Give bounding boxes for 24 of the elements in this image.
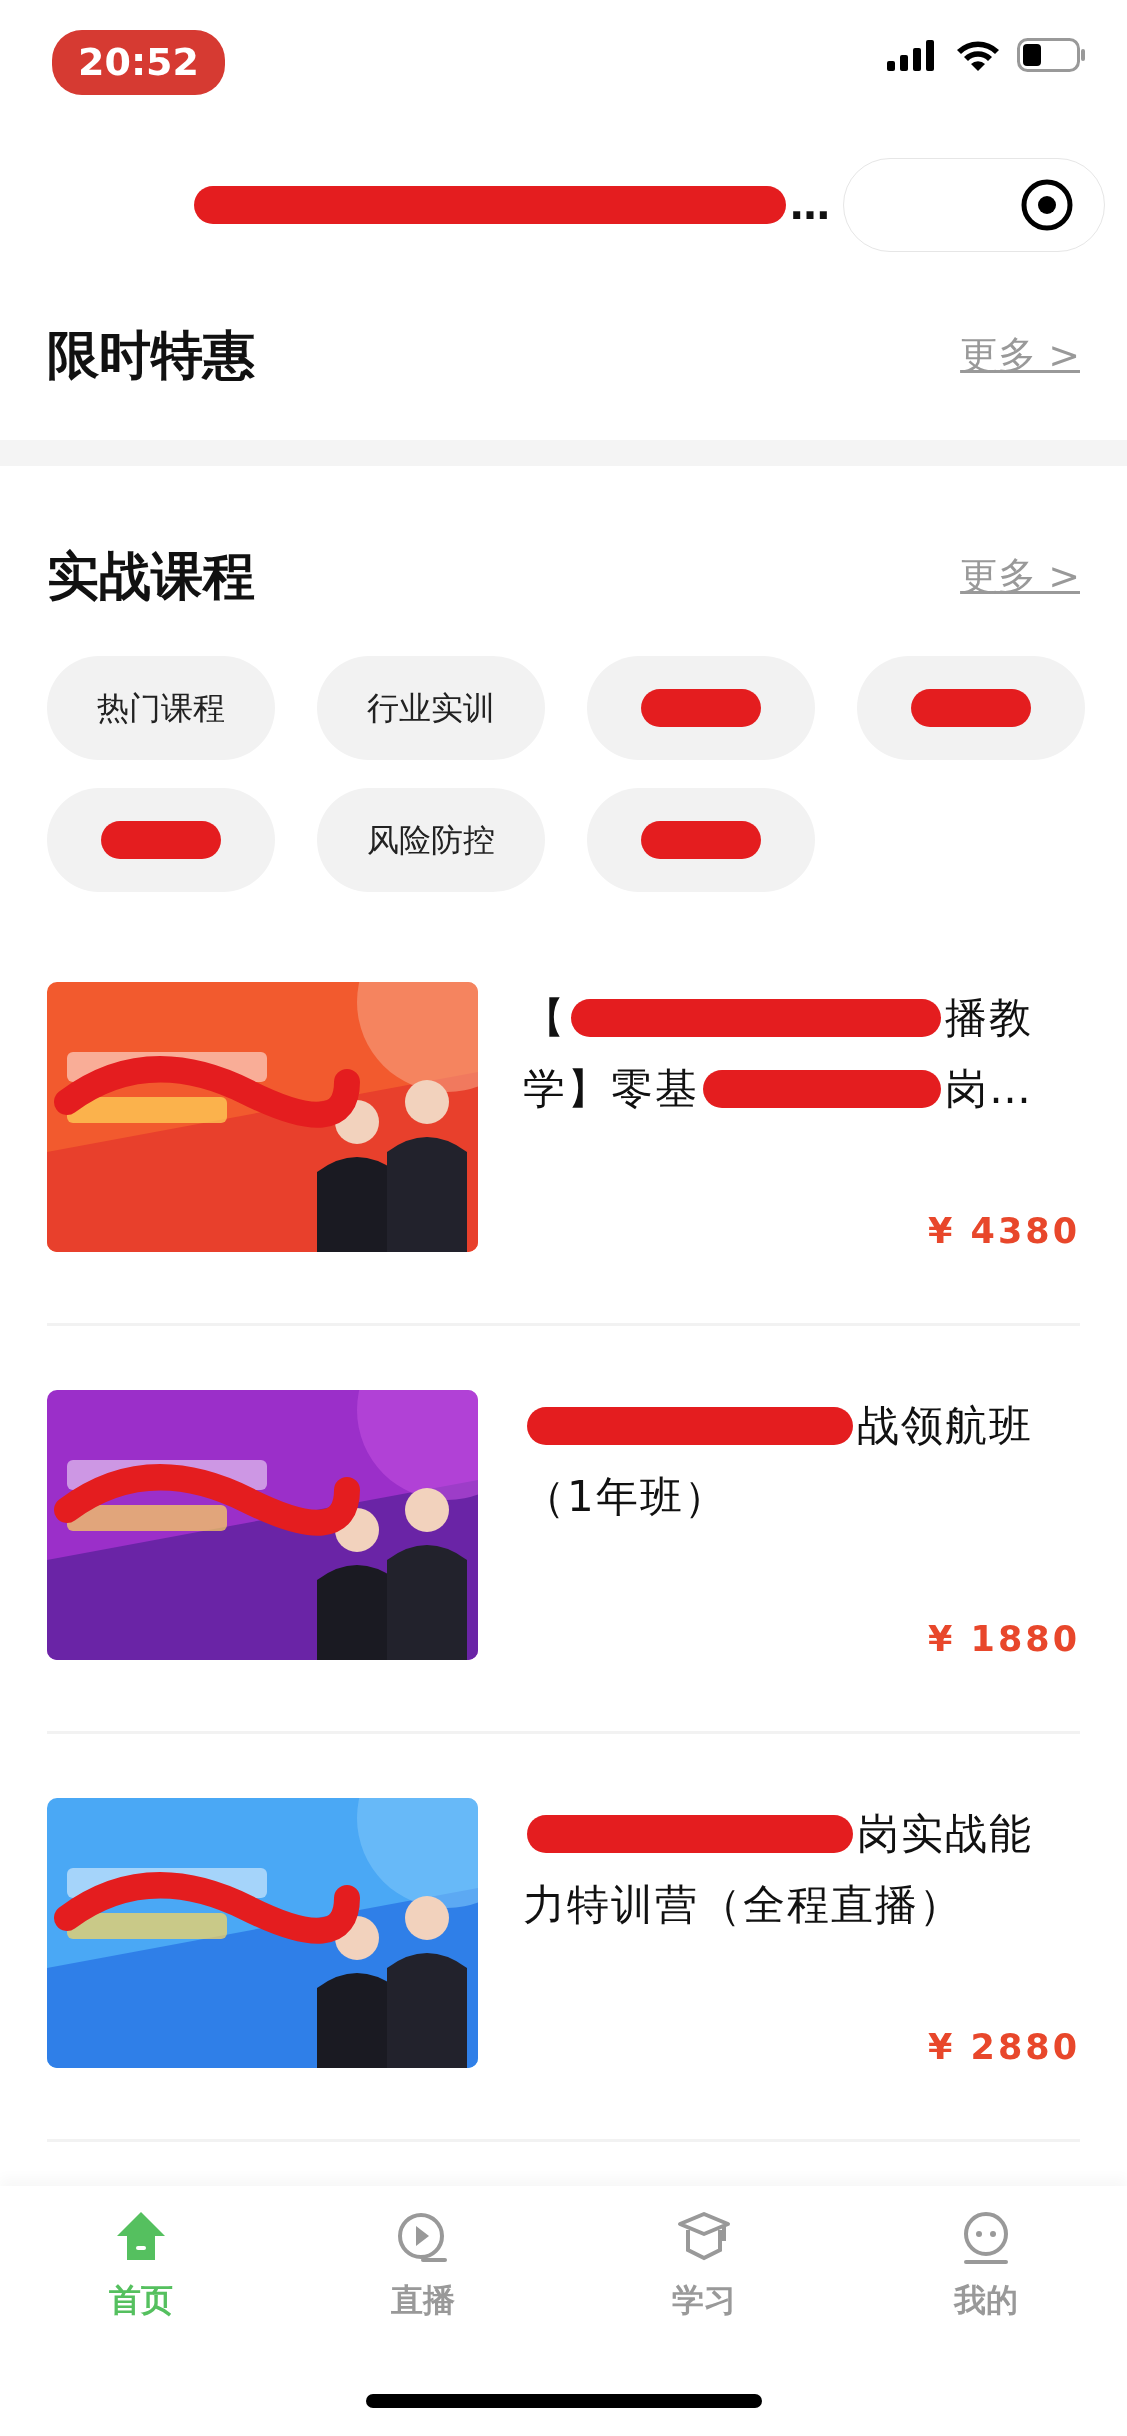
section-title: 限时特惠 [47, 324, 255, 387]
course-item[interactable]: 【 播教 学】零基 岗… ¥ 4380 [47, 918, 1080, 1326]
category-chip[interactable]: 热门课程 [47, 656, 275, 760]
course-item[interactable]: 战领航班 （1年班） ¥ 1880 [47, 1326, 1080, 1734]
title-text: … [790, 181, 830, 230]
course-item[interactable]: 岗实战能 力特训营（全程直播） ¥ 2880 [47, 1734, 1080, 2142]
title-text: 学】零基 [523, 1063, 699, 1116]
course-price: ¥ 2880 [927, 2025, 1080, 2069]
target-icon[interactable] [1020, 178, 1074, 232]
title-text: （1年班） [523, 1471, 728, 1524]
title-text: 战领航班 [857, 1400, 1033, 1452]
title-text: 力特训营（全程直播） [523, 1879, 963, 1932]
course-price: ¥ 4380 [927, 1209, 1080, 1253]
battery-icon [1017, 38, 1087, 72]
title-text: 岗… [945, 1063, 1033, 1116]
course-price: ¥ 1880 [927, 1617, 1080, 1661]
section-title: 实战课程 [47, 545, 255, 608]
status-time: 20:52 [52, 30, 225, 95]
category-chip[interactable]: 风险防控 [317, 788, 545, 892]
title-text: 【 [523, 992, 567, 1044]
category-chip[interactable]: 行业实训 [317, 656, 545, 760]
title-text: 播教 [945, 992, 1033, 1044]
wifi-icon [955, 38, 1001, 72]
title-text: 岗实战能 [857, 1808, 1033, 1860]
